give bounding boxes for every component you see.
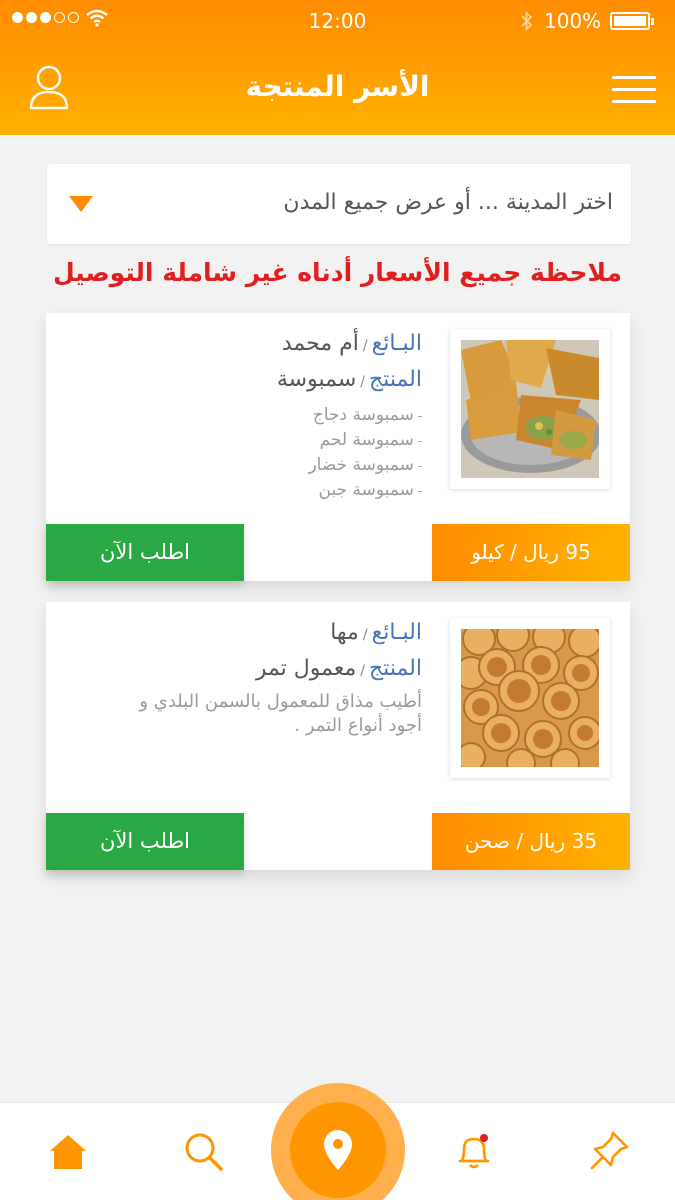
battery-icon — [610, 12, 654, 30]
product-image-maamoul[interactable] — [450, 618, 610, 778]
product-name: معمول تمر — [255, 656, 357, 681]
product-description: أطيب مذاق للمعمول بالسمن البلدي و أجود أ… — [62, 690, 422, 738]
location-button[interactable] — [271, 1083, 405, 1200]
price-badge: 95 ريال / كيلو — [432, 524, 630, 581]
variant-item: سمبوسة دجاج — [62, 403, 422, 428]
status-bar: 12:00 100% — [0, 0, 675, 42]
product-line: المنتج/معمول تمر — [62, 652, 422, 688]
seller-line: البـائع/مها — [62, 616, 422, 652]
maamoul-image — [461, 629, 599, 767]
samosa-image — [461, 340, 599, 478]
product-info: البـائع/مها المنتج/معمول تمر أطيب مذاق ل… — [62, 616, 422, 738]
seller-line: البـائع/أم محمد — [62, 327, 422, 363]
location-icon — [324, 1130, 352, 1170]
description-line: أطيب مذاق للمعمول بالسمن البلدي و — [139, 691, 422, 712]
separator: / — [360, 663, 365, 679]
dropdown-arrow-icon — [69, 196, 93, 212]
product-label: المنتج — [368, 656, 422, 681]
variant-item: سمبوسة خضار — [62, 453, 422, 478]
description-line: أجود أنواع التمر . — [294, 715, 422, 736]
variant-item: سمبوسة جبن — [62, 478, 422, 503]
home-icon[interactable] — [46, 1129, 90, 1173]
app-header: 12:00 100% الأسر المنتجة — [0, 0, 675, 135]
seller-label: البـائع — [371, 620, 422, 645]
search-icon[interactable] — [181, 1129, 225, 1173]
product-card: البـائع/أم محمد المنتج/سمبوسة سمبوسة دجا… — [46, 313, 630, 581]
separator: / — [362, 627, 368, 643]
product-label: المنتج — [368, 367, 422, 392]
bluetooth-icon — [521, 10, 533, 32]
location-button-inner — [290, 1102, 386, 1198]
separator: / — [362, 338, 368, 354]
delivery-note: ملاحظة جميع الأسعار أدناه غير شاملة التو… — [52, 258, 623, 287]
order-now-button[interactable]: اطلب الآن — [46, 524, 244, 581]
product-line: المنتج/سمبوسة — [62, 363, 422, 399]
city-dropdown-placeholder: اختر المدينة ... أو عرض جميع المدن — [283, 190, 613, 215]
product-image-samosa[interactable] — [450, 329, 610, 489]
seller-label: البـائع — [371, 331, 422, 356]
product-name: سمبوسة — [276, 367, 357, 392]
product-variants: سمبوسة دجاج سمبوسة لحم سمبوسة خضار سمبوس… — [62, 403, 422, 503]
price-badge: 35 ريال / صحن — [432, 813, 630, 870]
page-title: الأسر المنتجة — [245, 70, 430, 103]
seller-name: أم محمد — [281, 331, 359, 356]
separator: / — [360, 374, 365, 390]
product-info: البـائع/أم محمد المنتج/سمبوسة سمبوسة دجا… — [62, 327, 422, 503]
seller-name: مها — [330, 620, 359, 645]
battery-percentage: 100% — [544, 9, 602, 33]
order-now-button[interactable]: اطلب الآن — [46, 813, 244, 870]
bell-icon[interactable] — [452, 1129, 496, 1173]
city-dropdown[interactable]: اختر المدينة ... أو عرض جميع المدن — [47, 164, 631, 244]
pin-icon[interactable] — [587, 1129, 631, 1173]
menu-button[interactable] — [612, 76, 656, 108]
product-card: البـائع/مها المنتج/معمول تمر أطيب مذاق ل… — [46, 602, 630, 870]
variant-item: سمبوسة لحم — [62, 428, 422, 453]
